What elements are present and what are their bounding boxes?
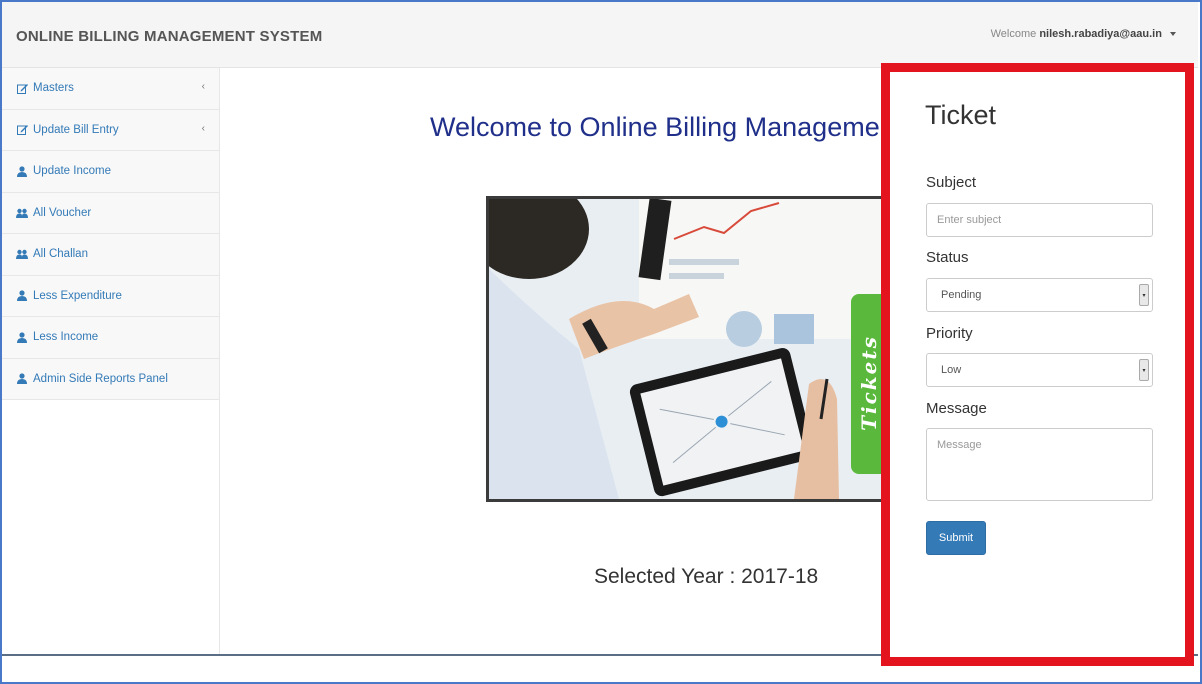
priority-value: Low xyxy=(941,364,962,376)
edit-icon xyxy=(16,124,28,136)
user-icon xyxy=(16,290,28,302)
message-placeholder: Message xyxy=(937,439,982,451)
group-icon xyxy=(16,207,28,219)
user-icon xyxy=(16,373,28,385)
edit-icon xyxy=(16,82,28,94)
status-label: Status xyxy=(926,249,969,266)
app-brand[interactable]: ONLINE BILLING MANAGEMENT SYSTEM xyxy=(16,28,322,45)
user-icon xyxy=(16,165,28,177)
user-icon xyxy=(16,331,28,343)
sidebar-item-label: Admin Side Reports Panel xyxy=(33,372,168,385)
tickets-tab-label[interactable]: Tickets xyxy=(857,333,881,433)
message-label: Message xyxy=(926,400,987,417)
sidebar-item-all-voucher[interactable]: All Voucher xyxy=(2,192,219,234)
message-textarea[interactable]: Message xyxy=(926,428,1153,501)
user-email: nilesh.rabadiya@aau.in xyxy=(1039,28,1162,40)
status-value: Pending xyxy=(941,289,982,301)
sidebar-item-label: All Challan xyxy=(33,248,88,261)
sidebar-item-admin-side-reports-panel[interactable]: Admin Side Reports Panel xyxy=(2,358,219,400)
priority-select[interactable]: Low ▾ xyxy=(926,353,1153,387)
top-navbar: ONLINE BILLING MANAGEMENT SYSTEM Welcome… xyxy=(2,2,1198,68)
sidebar-item-label: Masters xyxy=(33,82,74,95)
status-select[interactable]: Pending ▾ xyxy=(926,278,1153,312)
sidebar: Masters ‹ Update Bill Entry ‹ Update Inc… xyxy=(2,68,220,654)
sidebar-item-less-income[interactable]: Less Income xyxy=(2,317,219,359)
sidebar-item-masters[interactable]: Masters ‹ xyxy=(2,68,219,110)
user-menu[interactable]: Welcome nilesh.rabadiya@aau.in xyxy=(991,28,1176,40)
sidebar-item-label: Update Bill Entry xyxy=(33,123,119,136)
sidebar-item-less-expenditure[interactable]: Less Expenditure xyxy=(2,275,219,317)
page-title: Welcome to Online Billing Management xyxy=(430,112,903,142)
hero-image: Tickets xyxy=(486,196,886,502)
select-arrow-icon: ▾ xyxy=(1139,284,1149,306)
sidebar-item-update-bill-entry[interactable]: Update Bill Entry ‹ xyxy=(2,109,219,151)
sidebar-item-all-challan[interactable]: All Challan xyxy=(2,234,219,276)
chevron-left-icon: ‹ xyxy=(201,122,205,134)
sidebar-item-label: Less Income xyxy=(33,331,99,344)
submit-button[interactable]: Submit xyxy=(926,521,986,555)
selected-year: Selected Year : 2017-18 xyxy=(594,565,819,588)
priority-label: Priority xyxy=(926,325,973,342)
select-arrow-icon: ▾ xyxy=(1139,359,1149,381)
sidebar-item-update-income[interactable]: Update Income xyxy=(2,151,219,193)
ticket-title: Ticket xyxy=(925,100,997,130)
group-icon xyxy=(16,248,28,260)
sidebar-item-label: All Voucher xyxy=(33,206,92,219)
sidebar-item-label: Update Income xyxy=(33,165,111,178)
business-analytics-illustration xyxy=(489,199,883,499)
caret-down-icon xyxy=(1170,32,1176,37)
subject-placeholder: Enter subject xyxy=(937,214,1002,226)
subject-input[interactable]: Enter subject xyxy=(926,203,1153,237)
subject-label: Subject xyxy=(926,174,977,191)
chevron-left-icon: ‹ xyxy=(201,81,205,92)
welcome-label: Welcome xyxy=(990,28,1037,40)
sidebar-item-label: Less Expenditure xyxy=(33,289,122,302)
